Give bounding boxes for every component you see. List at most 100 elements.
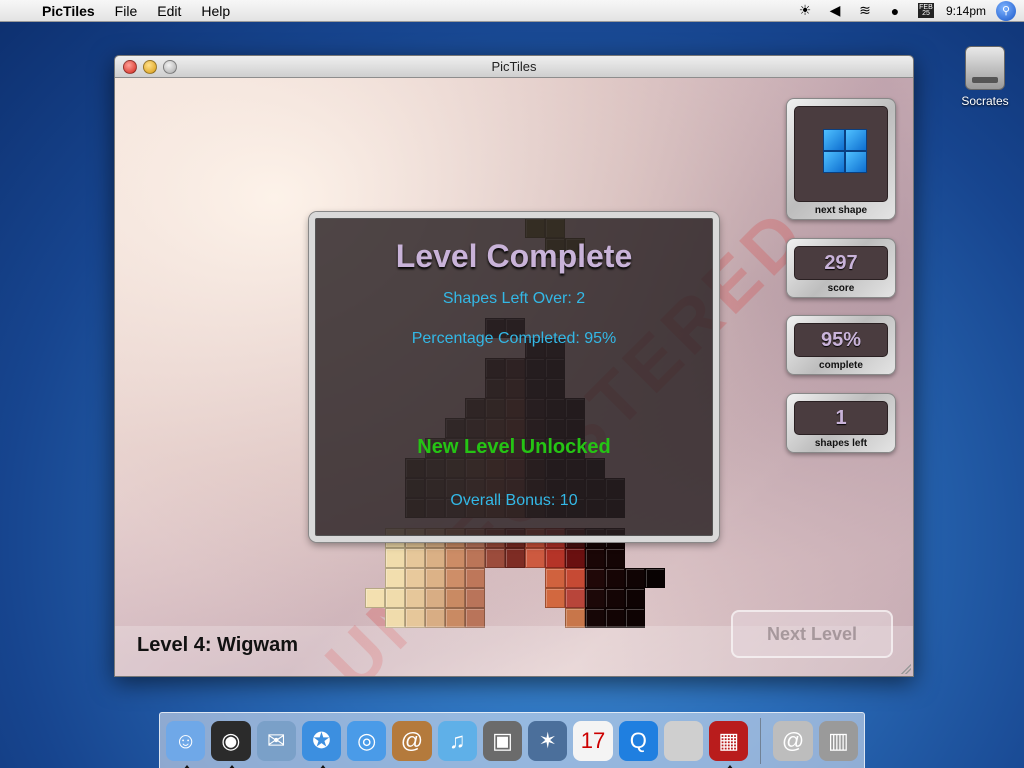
picture-tile <box>365 588 385 608</box>
picture-tile <box>445 588 465 608</box>
picture-tile <box>465 588 485 608</box>
bootcamp-icon[interactable] <box>663 720 704 761</box>
imovie-icon[interactable]: ✶ <box>528 720 568 761</box>
spotlight-icon[interactable]: ⚲ <box>996 0 1016 21</box>
picture-tile <box>425 588 445 608</box>
hard-drive-icon <box>965 46 1005 90</box>
shapes-left-display: 1 <box>794 401 888 435</box>
wifi-icon[interactable]: ≋ <box>850 2 880 19</box>
shapes-left-over: Shapes Left Over: 2 <box>442 290 586 307</box>
complete-display: 95% <box>794 323 888 357</box>
picture-tile <box>625 588 645 608</box>
minimize-button[interactable] <box>143 60 157 74</box>
menu-file[interactable]: File <box>105 3 148 19</box>
picture-tile <box>625 608 645 628</box>
picture-tile <box>585 548 605 568</box>
picture-tile <box>445 548 465 568</box>
picture-tile <box>545 548 565 568</box>
picture-tile <box>585 568 605 588</box>
iphoto-icon[interactable]: ▣ <box>482 720 523 761</box>
volume-icon[interactable]: ◀ <box>820 2 850 19</box>
dock: ☺ ◉ ✉ ✪ ◎ @ ♫ ▣ ✶ 17 Q ▦ @ ▥ <box>159 712 865 768</box>
shapes-left-panel: 1 shapes left <box>786 393 896 453</box>
picture-tile <box>505 548 525 568</box>
dashboard-icon[interactable]: ◉ <box>211 720 251 768</box>
picture-tile <box>545 568 565 588</box>
picture-tile <box>405 588 425 608</box>
picture-tile <box>585 608 605 628</box>
zoom-button[interactable] <box>163 60 177 74</box>
next-shape-panel: next shape <box>786 98 896 220</box>
calendar-icon[interactable]: FEB 25 <box>917 3 934 18</box>
picture-tile <box>465 608 485 628</box>
level-label: Level 4: Wigwam <box>137 634 298 656</box>
picture-tile <box>405 568 425 588</box>
picture-tile <box>385 608 405 628</box>
picture-tile <box>645 568 665 588</box>
brightness-icon[interactable]: ☀ <box>790 2 820 19</box>
menu-app-name[interactable]: PicTiles <box>42 3 105 19</box>
picture-tile <box>545 588 565 608</box>
next-shape-display <box>794 106 888 202</box>
picture-tile <box>565 608 585 628</box>
picture-tile <box>385 588 405 608</box>
picture-tile <box>605 588 625 608</box>
overall-bonus: Overall Bonus: 10 <box>450 492 578 509</box>
finder-icon[interactable]: ☺ <box>166 720 206 768</box>
quicktime-icon[interactable]: Q <box>618 720 658 761</box>
shapes-left-caption: shapes left <box>814 438 868 449</box>
menu-edit[interactable]: Edit <box>147 3 191 19</box>
user-icon[interactable]: ● <box>880 3 910 19</box>
complete-caption: complete <box>819 360 863 371</box>
next-shape-cube <box>823 129 871 177</box>
complete-value: 95% <box>820 329 862 351</box>
picture-tile <box>485 548 505 568</box>
window-title: PicTiles <box>491 59 537 74</box>
picture-tile <box>605 568 625 588</box>
picture-tile <box>585 588 605 608</box>
mail-icon[interactable]: ✉ <box>256 720 296 761</box>
picture-tile <box>425 568 445 588</box>
close-button[interactable] <box>123 60 137 74</box>
complete-panel: 95% complete <box>786 315 896 375</box>
title-bar[interactable]: PicTiles <box>115 56 913 78</box>
game-board[interactable]: UNREGISTERED Level Complete Shapes Left … <box>115 78 913 676</box>
menu-help[interactable]: Help <box>191 3 240 19</box>
shapes-left-value: 1 <box>835 407 847 429</box>
resize-grip-icon[interactable] <box>901 664 911 674</box>
picture-tile <box>405 548 425 568</box>
network-icon[interactable]: @ <box>773 720 813 761</box>
new-level-unlocked: New Level Unlocked <box>417 436 611 458</box>
address-book-icon[interactable]: @ <box>392 720 432 761</box>
calendar-day: 25 <box>922 10 930 17</box>
ichat-icon[interactable]: ◎ <box>347 720 387 761</box>
trash-icon[interactable]: ▥ <box>818 720 858 761</box>
desktop-drive[interactable]: Socrates <box>950 46 1020 108</box>
pictiles-window: PicTiles UNREGISTERED Level Complete Sha… <box>114 55 914 677</box>
cube-block <box>845 151 867 173</box>
picture-tile <box>425 548 445 568</box>
picture-tile <box>405 608 425 628</box>
picture-tile <box>565 548 585 568</box>
picture-tile <box>445 608 465 628</box>
picture-tile <box>625 568 645 588</box>
menu-extras: ☀ ◀ ≋ ● FEB 25 9:14pm ⚲ <box>790 0 1024 21</box>
next-shape-caption: next shape <box>814 205 868 216</box>
next-level-button[interactable]: Next Level <box>731 610 893 658</box>
level-complete-dialog: Level Complete Shapes Left Over: 2 Perce… <box>309 212 719 542</box>
menu-bar: PicTiles File Edit Help ☀ ◀ ≋ ● FEB 25 9… <box>0 0 1024 22</box>
dock-separator <box>760 717 762 764</box>
score-value: 297 <box>824 252 858 274</box>
ical-icon[interactable]: 17 <box>573 720 613 761</box>
picture-tile <box>385 548 405 568</box>
picture-tile <box>605 608 625 628</box>
drive-label: Socrates <box>961 94 1009 108</box>
safari-icon[interactable]: ✪ <box>301 720 342 768</box>
score-panel: 297 score <box>786 238 896 298</box>
pictiles-icon[interactable]: ▦ <box>709 720 749 768</box>
clock[interactable]: 9:14pm <box>942 4 996 18</box>
score-display: 297 <box>794 246 888 280</box>
itunes-icon[interactable]: ♫ <box>437 720 477 761</box>
picture-tile <box>465 568 485 588</box>
picture-tile <box>605 548 625 568</box>
